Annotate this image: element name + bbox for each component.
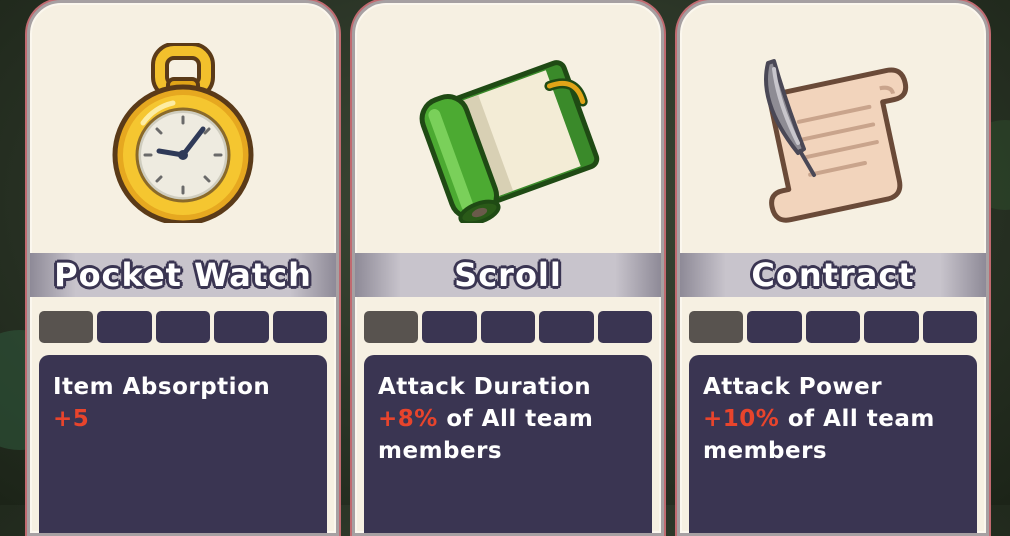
level-segment-filled xyxy=(364,311,419,343)
level-segment xyxy=(155,311,211,343)
pocket-watch-icon xyxy=(30,23,336,243)
level-segment xyxy=(480,311,536,343)
description-text: Attack Power +10% of All team members xyxy=(703,371,967,467)
card-title: Contract xyxy=(751,256,915,294)
card-title-band: Contract xyxy=(680,253,986,297)
stat-name: Attack Duration xyxy=(378,374,592,400)
scroll-icon xyxy=(355,23,661,243)
level-segment xyxy=(214,311,269,343)
level-segment xyxy=(97,311,152,343)
level-segment xyxy=(922,311,978,343)
description-text: Attack Duration +8% of All team members xyxy=(378,371,642,467)
level-segment xyxy=(272,311,328,343)
level-segment xyxy=(597,311,653,343)
item-card-pocket-watch[interactable]: Pocket Watch Item Absorption +5 xyxy=(27,0,339,536)
description-panel: Attack Power +10% of All team members xyxy=(689,355,977,533)
card-title: Scroll xyxy=(454,256,562,294)
stat-name: Item Absorption xyxy=(53,374,271,400)
level-segment xyxy=(747,311,802,343)
level-segment xyxy=(539,311,594,343)
level-segment xyxy=(864,311,919,343)
level-segment xyxy=(805,311,861,343)
item-card-contract[interactable]: Contract Attack Power +10% of All team m… xyxy=(677,0,989,536)
item-card-scroll[interactable]: Scroll Attack Duration +8% of All team m… xyxy=(352,0,664,536)
level-segment-filled xyxy=(39,311,94,343)
description-panel: Item Absorption +5 xyxy=(39,355,327,533)
level-bar xyxy=(39,311,328,343)
stat-bonus: +10% xyxy=(703,406,780,432)
contract-icon xyxy=(680,23,986,243)
card-title: Pocket Watch xyxy=(54,256,312,294)
stat-name: Attack Power xyxy=(703,374,883,400)
description-panel: Attack Duration +8% of All team members xyxy=(364,355,652,533)
description-text: Item Absorption +5 xyxy=(53,371,317,435)
card-title-band: Scroll xyxy=(355,253,661,297)
card-title-band: Pocket Watch xyxy=(30,253,336,297)
stat-bonus: +5 xyxy=(53,406,90,432)
stat-bonus: +8% xyxy=(378,406,438,432)
level-bar xyxy=(364,311,653,343)
level-segment-filled xyxy=(689,311,744,343)
level-segment xyxy=(422,311,477,343)
level-bar xyxy=(689,311,978,343)
